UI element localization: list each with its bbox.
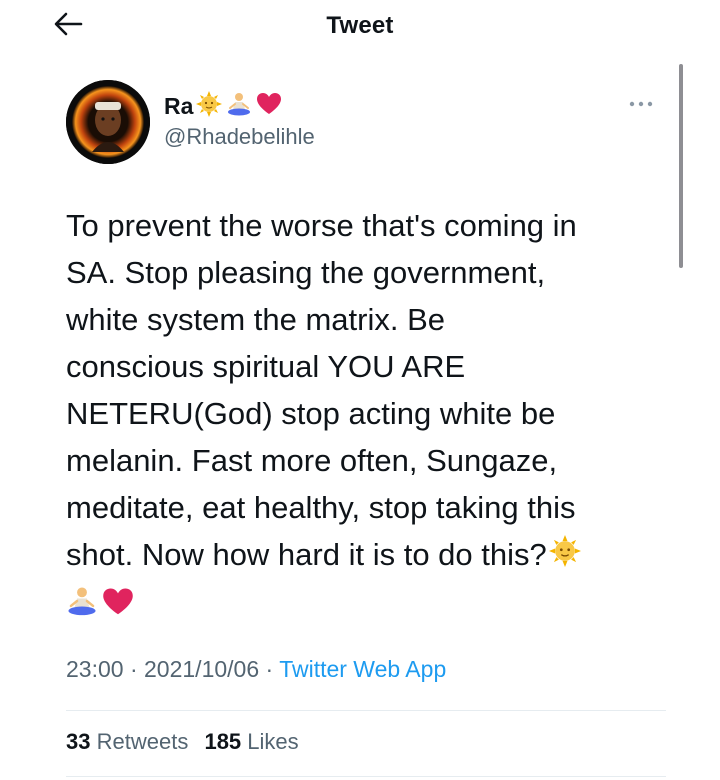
author-name-row: Ra bbox=[164, 90, 315, 122]
tweet-text: To prevent the worse that's coming in SA… bbox=[66, 202, 666, 630]
meta-separator: · bbox=[265, 656, 274, 682]
retweets-label: Retweets bbox=[96, 729, 189, 754]
more-options-button[interactable] bbox=[626, 92, 656, 116]
divider bbox=[66, 776, 666, 777]
likes-stat[interactable]: 185 Likes bbox=[204, 729, 298, 754]
page-title: Tweet bbox=[326, 12, 394, 39]
tweet-text-line: melanin. Fast more often, Sungaze, bbox=[66, 443, 558, 478]
tweet-text-line: To prevent the worse that's coming in bbox=[66, 208, 577, 243]
scrollbar[interactable] bbox=[679, 64, 683, 268]
tweet-text-line: conscious spiritual YOU ARE bbox=[66, 349, 466, 384]
tweet-text-line-last: shot. Now how hard it is to do this? bbox=[66, 537, 547, 572]
likes-label: Likes bbox=[247, 729, 299, 754]
tweet-text-line: SA. Stop pleasing the government, bbox=[66, 255, 546, 290]
tweet-author[interactable]: Ra @Rhadebelihle bbox=[164, 90, 315, 150]
tweet-text-line: meditate, eat healthy, stop taking this bbox=[66, 490, 576, 525]
author-handle: @Rhadebelihle bbox=[164, 124, 315, 149]
tweet-time: 23:00 bbox=[66, 656, 124, 682]
meta-separator: · bbox=[129, 656, 138, 682]
likes-count: 185 bbox=[204, 729, 242, 754]
red-heart-icon bbox=[256, 92, 282, 121]
display-name: Ra bbox=[164, 92, 194, 119]
avatar[interactable] bbox=[66, 80, 150, 164]
top-bar: Tweet bbox=[0, 0, 720, 52]
divider bbox=[66, 710, 666, 711]
sun-with-face-icon bbox=[548, 533, 581, 580]
tweet-date: 2021/10/06 bbox=[144, 656, 260, 682]
retweets-count: 33 bbox=[66, 729, 91, 754]
tweet-text-line: NETERU(God) stop acting white be bbox=[66, 396, 556, 431]
sun-with-face-icon bbox=[196, 90, 223, 122]
tweet-emoji-line bbox=[66, 580, 666, 629]
more-dots-icon bbox=[628, 95, 654, 113]
person-in-lotus-position-icon bbox=[66, 583, 98, 630]
red-heart-icon bbox=[102, 583, 134, 630]
tweet-source-link[interactable]: Twitter Web App bbox=[279, 656, 446, 682]
tweet-text-line: shot. Now how hard it is to do this? bbox=[66, 531, 666, 580]
tweet-text-line: white system the matrix. Be bbox=[66, 302, 446, 337]
retweets-stat[interactable]: 33 Retweets bbox=[66, 729, 188, 754]
tweet-meta: 23:00 · 2021/10/06 · Twitter Web App bbox=[66, 656, 666, 683]
person-in-lotus-position-icon bbox=[226, 91, 252, 122]
tweet-stats: 33 Retweets 185 Likes bbox=[66, 729, 309, 755]
